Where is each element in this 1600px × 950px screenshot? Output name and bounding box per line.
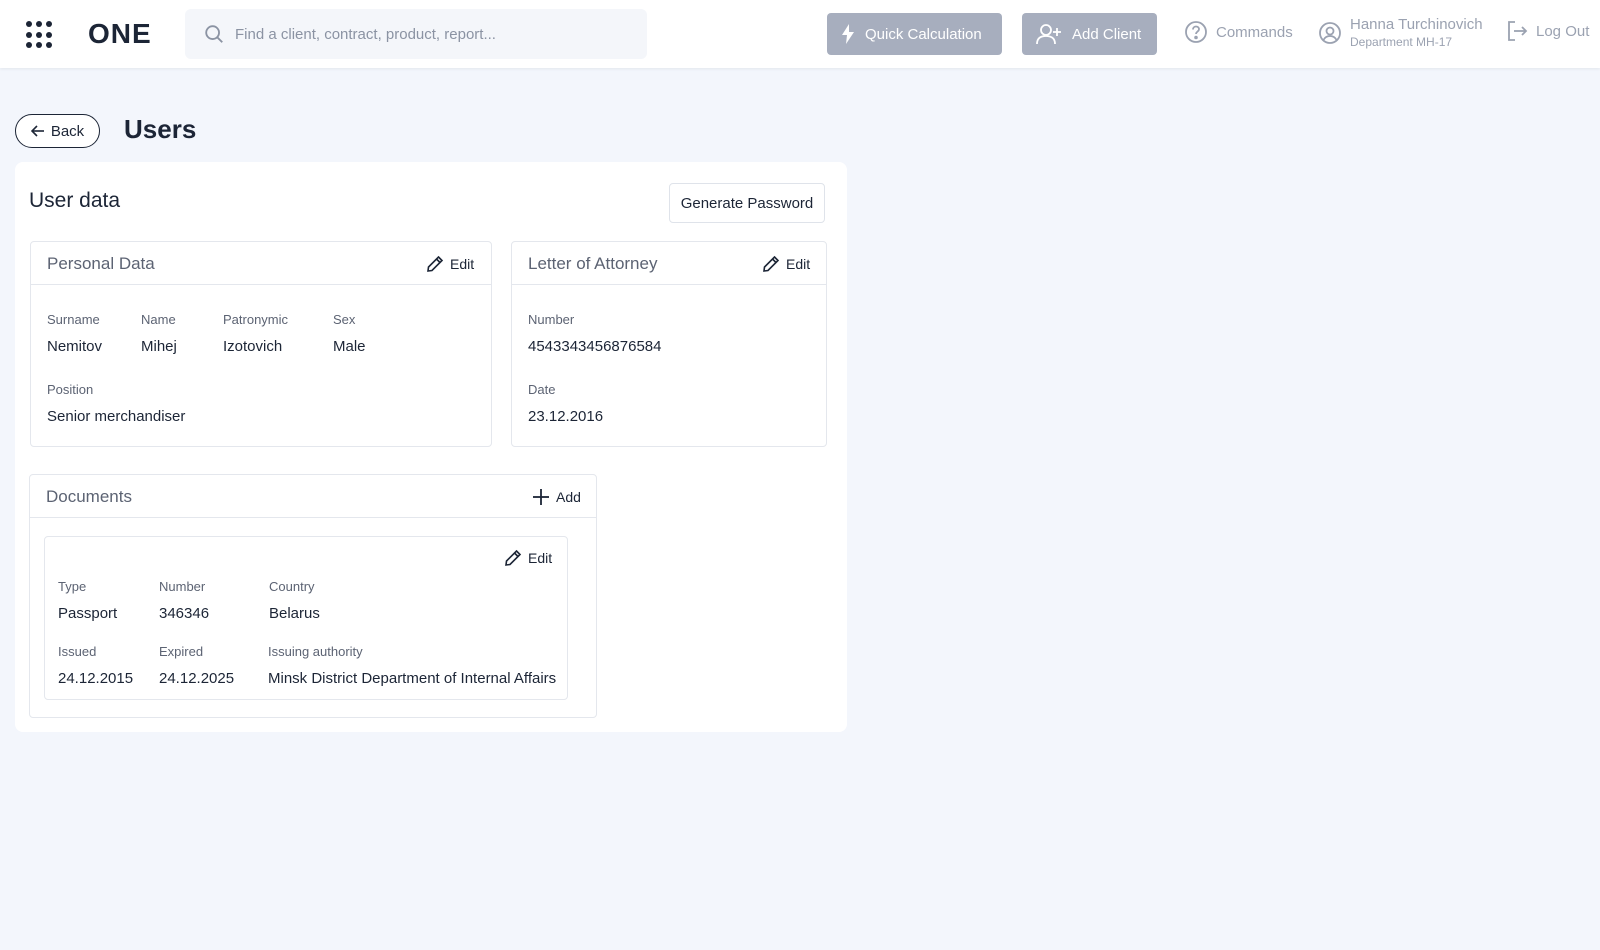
user-name: Hanna Turchinovich (1350, 16, 1483, 33)
pencil-icon (427, 255, 444, 272)
personal-edit-label: Edit (450, 256, 475, 272)
app-logo[interactable]: ONE (88, 18, 152, 50)
attorney-number-label: Number (528, 312, 575, 327)
attorney-number-value: 4543343456876584 (528, 338, 662, 355)
sex-field: Sex Male (333, 312, 366, 356)
attorney-date-label: Date (528, 382, 556, 397)
document-country-field: Country Belarus (269, 579, 320, 623)
attorney-header: Letter of Attorney Edit (512, 242, 826, 285)
attorney-date-field: Date 23.12.2016 (528, 382, 603, 426)
attorney-title: Letter of Attorney (528, 254, 658, 273)
document-item: Edit Type Passport Number 346346 Country… (44, 536, 568, 700)
user-profile[interactable]: Hanna Turchinovich Department MH-17 (1318, 16, 1483, 50)
document-issued-field: Issued 24.12.2015 (58, 644, 133, 688)
attorney-number-field: Number 4543343456876584 (528, 312, 661, 356)
quick-calculation-button[interactable]: Quick Calculation (827, 13, 1002, 55)
add-document-button[interactable]: Add (532, 488, 581, 506)
surname-field: Surname Nemitov (47, 312, 102, 356)
help-circle-icon (1185, 21, 1207, 43)
back-label: Back (50, 122, 85, 140)
document-authority-label: Issuing authority (268, 644, 363, 659)
page-title: Users (124, 114, 197, 144)
commands-link[interactable]: Commands (1184, 20, 1293, 44)
document-expired-value: 24.12.2025 (159, 670, 235, 687)
document-type-field: Type Passport (58, 579, 117, 623)
pencil-icon (763, 255, 780, 272)
sex-label: Sex (333, 312, 356, 327)
document-issued-value: 24.12.2015 (58, 670, 134, 687)
personal-data-panel: Personal Data Edit Surname Nemitov Name … (30, 241, 492, 447)
document-number-label: Number (159, 579, 206, 594)
logout-label: Log Out (1536, 22, 1590, 40)
quick-calculation-label: Quick Calculation (865, 25, 982, 43)
personal-data-header: Personal Data Edit (31, 242, 491, 285)
document-type-value: Passport (58, 605, 118, 622)
search-box[interactable] (185, 9, 647, 59)
plus-icon (533, 489, 549, 505)
document-authority-field: Issuing authority Minsk District Departm… (268, 644, 556, 688)
add-document-label: Add (556, 489, 581, 505)
document-edit-button[interactable]: Edit (504, 549, 552, 567)
user-data-card: User data Generate Password Personal Dat… (15, 162, 847, 732)
attorney-date-value: 23.12.2016 (528, 408, 604, 425)
personal-edit-button[interactable]: Edit (426, 255, 474, 273)
sex-value: Male (333, 338, 366, 355)
top-header: ONE Quick Calculation Add Client Command… (0, 0, 1600, 68)
patronymic-value: Izotovich (223, 338, 283, 355)
personal-data-title: Personal Data (47, 254, 155, 273)
document-type-label: Type (58, 579, 87, 594)
user-data-title: User data (29, 189, 121, 212)
apps-grid-icon[interactable] (26, 21, 54, 49)
search-input[interactable] (235, 9, 635, 59)
document-expired-field: Expired 24.12.2025 (159, 644, 234, 688)
document-number-value: 346346 (159, 605, 210, 622)
add-client-button[interactable]: Add Client (1022, 13, 1157, 55)
position-value: Senior merchandiser (47, 408, 186, 425)
patronymic-field: Patronymic Izotovich (223, 312, 288, 356)
letter-of-attorney-panel: Letter of Attorney Edit Number 454334345… (511, 241, 827, 447)
logout-icon (1508, 21, 1528, 41)
documents-header: Documents Add (30, 475, 596, 518)
generate-password-button[interactable]: Generate Password (669, 183, 825, 223)
back-button[interactable]: Back (15, 114, 100, 148)
document-authority-value: Minsk District Department of Internal Af… (268, 670, 557, 687)
name-field: Name Mihej (141, 312, 177, 356)
document-edit-label: Edit (528, 550, 553, 566)
logout-button[interactable]: Log Out (1506, 20, 1589, 42)
add-client-label: Add Client (1072, 25, 1142, 43)
lightning-icon (842, 24, 854, 44)
document-country-label: Country (269, 579, 315, 594)
patronymic-label: Patronymic (223, 312, 289, 327)
position-label: Position (47, 382, 94, 397)
surname-value: Nemitov (47, 338, 103, 355)
documents-title: Documents (46, 487, 132, 506)
name-value: Mihej (141, 338, 177, 355)
document-issued-label: Issued (58, 644, 97, 659)
attorney-edit-button[interactable]: Edit (762, 255, 810, 273)
commands-label: Commands (1216, 23, 1293, 41)
document-expired-label: Expired (159, 644, 204, 659)
pencil-icon (505, 549, 522, 566)
document-country-value: Belarus (269, 605, 320, 622)
surname-label: Surname (47, 312, 100, 327)
arrow-left-icon (30, 125, 44, 137)
add-user-icon (1036, 24, 1061, 45)
document-number-field: Number 346346 (159, 579, 209, 623)
name-label: Name (141, 312, 176, 327)
documents-panel: Documents Add Edit Type Passport Number … (29, 474, 597, 718)
attorney-edit-label: Edit (786, 256, 811, 272)
position-field: Position Senior merchandiser (47, 382, 185, 426)
user-department: Department MH-17 (1350, 35, 1453, 49)
search-icon (205, 25, 223, 43)
user-circle-icon (1319, 22, 1341, 44)
